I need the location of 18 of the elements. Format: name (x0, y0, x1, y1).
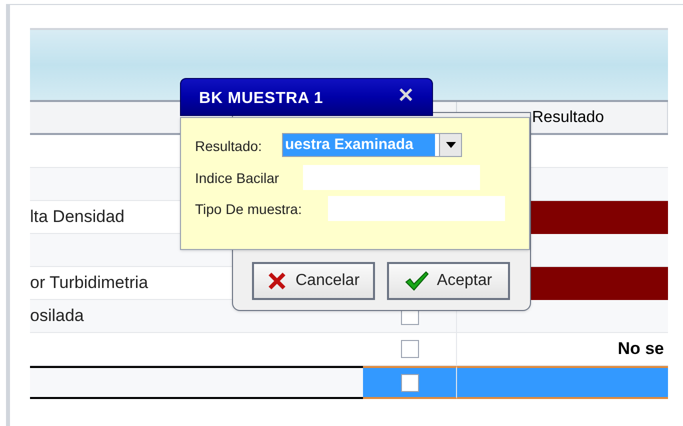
table-cell-text: lta Densidad (30, 206, 125, 228)
input-field[interactable] (328, 196, 505, 221)
close-button[interactable]: ✕ (393, 84, 419, 108)
table-cell-text: or Turbidimetria (30, 272, 148, 294)
accept-button[interactable]: Aceptar (387, 262, 510, 300)
input-field[interactable] (303, 165, 480, 190)
dialog-title: BK MUESTRA 1 (199, 89, 324, 109)
check-icon (404, 271, 429, 291)
checkbox[interactable] (400, 374, 418, 392)
field-label: Tipo De muestra: (195, 200, 302, 219)
column-header[interactable]: Resultado (532, 106, 604, 130)
close-icon (267, 271, 288, 291)
table-cell-text: osilada (30, 305, 84, 328)
field-label: Indice Bacilar (195, 169, 280, 188)
cancel-button[interactable]: Cancelar (252, 262, 375, 300)
field-label: Resultado: (195, 137, 262, 156)
checkbox[interactable] (400, 340, 418, 358)
table-cell-text: No se (618, 338, 664, 360)
